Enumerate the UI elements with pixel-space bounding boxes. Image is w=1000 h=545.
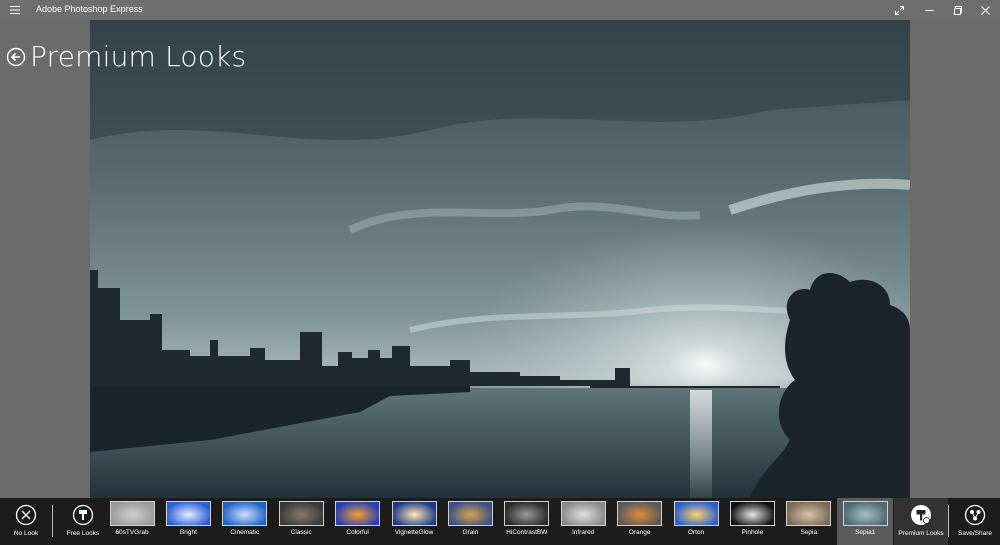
minimize-icon	[925, 9, 933, 11]
look-label: Classic	[290, 529, 312, 536]
look-item[interactable]: Sepia	[781, 498, 837, 545]
no-look-button[interactable]: No Look	[2, 498, 50, 545]
look-item[interactable]: Classic	[273, 498, 329, 545]
look-item[interactable]: HiContrastBW	[499, 498, 555, 545]
save-share-button[interactable]: Save/Share	[952, 498, 998, 545]
divider	[948, 505, 949, 537]
free-looks-label: Free Looks	[66, 530, 100, 537]
look-thumbnail	[673, 501, 719, 526]
look-label: Sepia	[800, 529, 818, 536]
look-thumbnail	[560, 501, 606, 526]
paint-roller-icon	[72, 504, 94, 526]
look-item[interactable]: Sepia1	[837, 498, 894, 545]
look-label: Bright	[179, 529, 197, 536]
look-label: Pinhole	[741, 529, 764, 536]
fullscreen-button[interactable]	[884, 0, 914, 20]
look-label: Grain	[462, 529, 479, 536]
look-thumbnail	[447, 501, 493, 526]
look-item[interactable]: Orange	[612, 498, 668, 545]
look-item[interactable]: Colorful	[330, 498, 386, 545]
look-label: 60sTVGrab	[115, 529, 149, 536]
no-look-icon	[15, 504, 37, 526]
divider	[52, 505, 53, 537]
look-item[interactable]: Grain	[442, 498, 498, 545]
look-thumbnail	[391, 501, 437, 526]
back-button[interactable]	[6, 47, 26, 67]
look-thumbnail	[222, 501, 268, 526]
page-title: Premium Looks	[30, 40, 247, 73]
restore-button[interactable]	[942, 0, 972, 20]
look-label: Orange	[628, 529, 651, 536]
look-item[interactable]: Infrared	[555, 498, 611, 545]
look-label: Orton	[687, 529, 705, 536]
look-thumbnail	[729, 501, 775, 526]
look-item[interactable]: 60sTVGrab	[104, 498, 160, 545]
look-thumbnail	[842, 501, 888, 526]
restore-icon	[953, 5, 962, 15]
minimize-button[interactable]	[914, 0, 944, 20]
hamburger-menu-icon[interactable]	[8, 3, 22, 17]
look-thumbnail	[786, 501, 832, 526]
look-thumbnail	[617, 501, 663, 526]
look-thumbnail	[504, 501, 550, 526]
look-thumbnail	[278, 501, 324, 526]
look-thumbnail	[165, 501, 211, 526]
bottom-toolbar: No Look Free Looks Premium Looks Save/Sh…	[0, 498, 1000, 545]
title-bar: Adobe Photoshop Express	[0, 0, 1000, 20]
look-label: VignetteGlow	[394, 529, 434, 536]
premium-looks-label: Premium Looks	[898, 530, 944, 537]
close-button[interactable]	[970, 0, 1000, 20]
premium-looks-button[interactable]: Premium Looks	[894, 498, 948, 545]
expand-icon	[894, 5, 904, 15]
look-label: Cinematic	[230, 529, 260, 536]
premium-paint-roller-icon	[911, 505, 931, 525]
free-looks-button[interactable]: Free Looks	[58, 498, 108, 545]
close-icon	[980, 5, 990, 15]
look-thumbnail	[109, 501, 155, 526]
save-share-label: Save/Share	[958, 530, 992, 537]
app-title: Adobe Photoshop Express	[36, 4, 143, 14]
look-thumbnail	[335, 501, 381, 526]
look-item[interactable]: Cinematic	[217, 498, 273, 545]
look-item[interactable]: VignetteGlow	[386, 498, 442, 545]
look-label: Colorful	[346, 529, 369, 536]
back-arrow-icon	[6, 47, 26, 67]
no-look-label: No Look	[13, 530, 39, 537]
photo-canvas[interactable]	[90, 20, 910, 498]
look-item[interactable]: Orton	[668, 498, 724, 545]
share-icon	[964, 504, 986, 526]
look-item[interactable]: Bright	[160, 498, 216, 545]
look-label: Infrared	[571, 529, 595, 536]
look-label: Sepia1	[855, 529, 876, 536]
look-item[interactable]: Pinhole	[724, 498, 780, 545]
look-label: HiContrastBW	[506, 529, 548, 536]
